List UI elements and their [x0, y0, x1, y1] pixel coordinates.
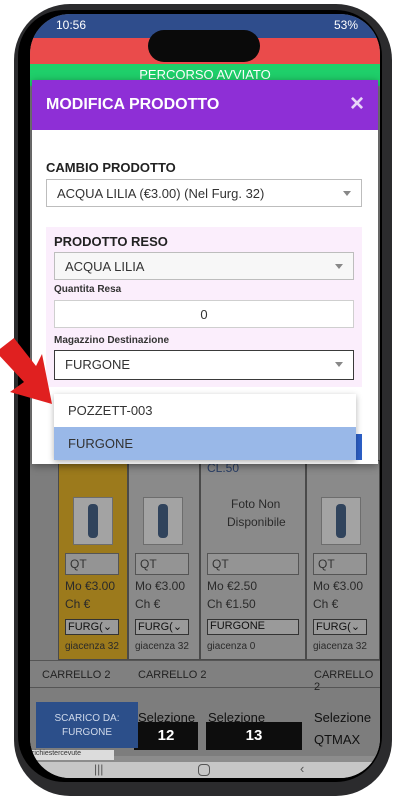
home-icon[interactable]	[198, 764, 210, 776]
back-icon[interactable]: ‹	[300, 761, 304, 776]
chevron-down-icon	[335, 264, 343, 269]
qt-input[interactable]: QT	[135, 553, 189, 575]
product-grid: QT Mo €3.00 Ch € FURG(⌄ giacenza 32 QT M…	[58, 460, 380, 660]
bottle-image	[321, 497, 361, 545]
destination-select[interactable]: FURGONE	[54, 350, 354, 380]
price-ch: Ch €	[135, 597, 161, 611]
cart-row: CARRELLO 2 CARRELLO 2 CARRELLO 2	[30, 660, 380, 693]
change-product-label: CAMBIO PRODOTTO	[46, 160, 176, 175]
selection-label: Selezione	[314, 710, 372, 725]
returned-product-select[interactable]: ACQUA LILIA	[54, 252, 354, 280]
status-time: 10:56	[56, 18, 87, 32]
stock-label: giacenza 32	[65, 641, 119, 652]
product-card[interactable]: QT Mo €3.00 Ch € FURG(⌄ giacenza 32	[306, 460, 380, 660]
price-mo: Mo €3.00	[135, 579, 186, 593]
close-icon[interactable]: ×	[350, 90, 364, 118]
qt-input[interactable]: QT	[207, 553, 299, 575]
bottle-image	[73, 497, 113, 545]
selection-number[interactable]: 12	[134, 722, 198, 750]
destination-dropdown: POZZETT-003 FURGONE	[54, 394, 356, 460]
returned-product-section: PRODOTTO RESO ACQUA LILIA Quantita Resa …	[46, 227, 362, 387]
unload-line1: SCARICO DA:	[54, 713, 120, 724]
product-card[interactable]: QT Mo €3.00 Ch € FURG(⌄ giacenza 32	[128, 460, 200, 660]
dropdown-option[interactable]: POZZETT-003	[54, 394, 356, 427]
quantity-label: Quantita Resa	[54, 284, 122, 295]
stock-label: giacenza 32	[135, 641, 189, 652]
returned-product-label: PRODOTTO RESO	[54, 234, 168, 249]
tooltip: richiestercevute	[30, 750, 114, 760]
stock-label: giacenza 32	[313, 641, 367, 652]
chevron-down-icon	[335, 362, 343, 367]
red-arrow-annotation	[0, 338, 52, 404]
price-mo: Mo €3.00	[65, 579, 116, 593]
price-ch: Ch €	[313, 597, 339, 611]
dynamic-island	[148, 30, 260, 62]
modal-header: MODIFICA PRODOTTO ×	[32, 80, 378, 130]
cart-label: CARRELLO 2	[314, 669, 374, 693]
bottle-image	[143, 497, 183, 545]
price-ch: Ch €	[65, 597, 91, 611]
qt-input[interactable]: QT	[313, 553, 367, 575]
returned-product-value: ACQUA LILIA	[65, 259, 145, 274]
cart-label: CARRELLO 2	[138, 669, 207, 681]
change-product-value: ACQUA LILIA (€3.00) (Nel Furg. 32)	[57, 186, 265, 201]
qt-input[interactable]: QT	[65, 553, 119, 575]
stock-label: giacenza 0	[207, 641, 256, 652]
no-photo-line2: Disponibile	[227, 515, 286, 529]
screen: 10:56 53% NO ... 47 PERCORSO AVVIATO QT …	[30, 14, 380, 778]
no-photo-line1: Foto Non	[231, 497, 281, 511]
warehouse-select[interactable]: FURG(⌄	[65, 619, 119, 635]
price-mo: Mo €3.00	[313, 579, 364, 593]
status-battery: 53%	[333, 18, 358, 32]
price-ch: Ch €1.50	[207, 597, 256, 611]
android-nav-bar: ||| ‹	[30, 761, 380, 778]
product-card[interactable]: CL.50 Foto Non Disponibile QT Mo €2.50 C…	[200, 460, 306, 660]
modal-title: MODIFICA PRODOTTO	[46, 96, 220, 113]
dropdown-option-selected[interactable]: FURGONE	[54, 427, 356, 460]
unload-button[interactable]: SCARICO DA: FURGONE	[36, 702, 138, 748]
warehouse-select[interactable]: FURG(⌄	[135, 619, 189, 635]
recent-apps-icon[interactable]: |||	[94, 762, 103, 776]
qtmax-label: QTMAX	[314, 732, 361, 747]
destination-label: Magazzino Destinazione	[54, 335, 170, 346]
chevron-down-icon	[343, 191, 351, 196]
change-product-select[interactable]: ACQUA LILIA (€3.00) (Nel Furg. 32)	[46, 179, 362, 207]
selection-number[interactable]: 13	[206, 722, 302, 750]
destination-value: FURGONE	[65, 357, 130, 372]
warehouse-select[interactable]: FURG(⌄	[313, 619, 367, 635]
product-card[interactable]: QT Mo €3.00 Ch € FURG(⌄ giacenza 32	[58, 460, 128, 660]
cart-label: CARRELLO 2	[42, 669, 111, 681]
quantity-input[interactable]: 0	[54, 300, 354, 328]
price-mo: Mo €2.50	[207, 579, 258, 593]
unload-line2: FURGONE	[62, 727, 112, 738]
warehouse-select[interactable]: FURGONE	[207, 619, 299, 635]
